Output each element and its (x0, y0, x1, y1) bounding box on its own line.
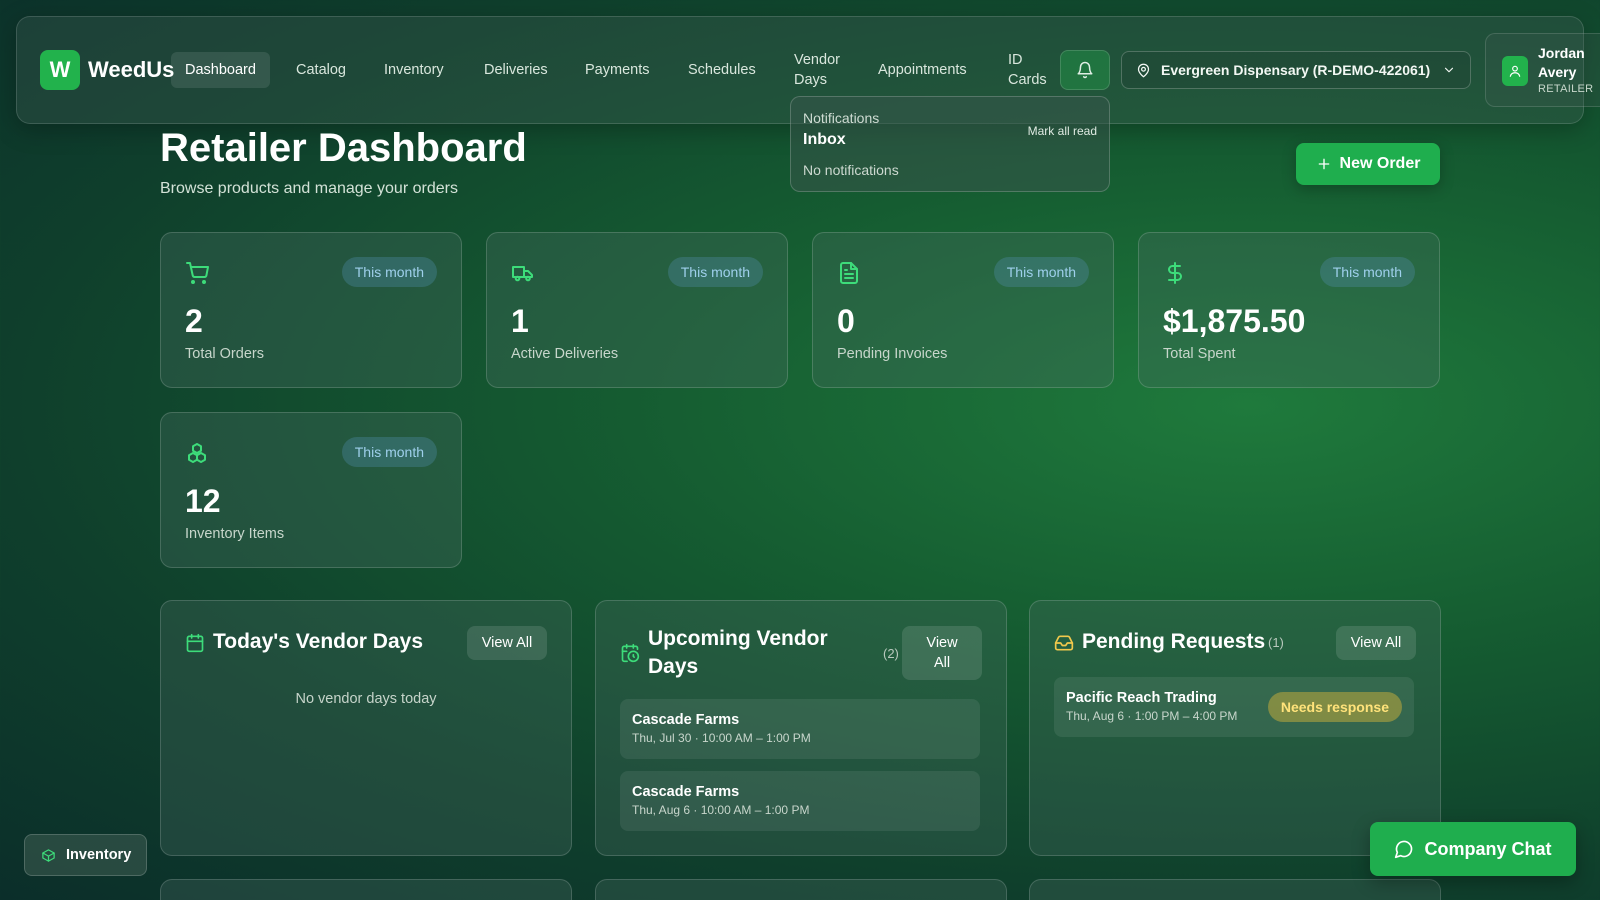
notifications-button[interactable] (1060, 50, 1110, 90)
vendor-name: Cascade Farms (632, 784, 740, 800)
period-badge: This month (667, 257, 763, 287)
nav-dashboard[interactable]: Dashboard (171, 52, 270, 88)
vendor-time: Thu, Jul 30 · 10:00 AM – 1:00 PM (632, 731, 811, 745)
stat-value: 1 (511, 303, 529, 339)
box-icon (41, 848, 56, 863)
panel-title: Upcoming Vendor Days (648, 627, 828, 678)
nav-inventory[interactable]: Inventory (384, 60, 444, 80)
brand-logo-letter: W (49, 57, 71, 82)
dollar-icon (1163, 261, 1187, 285)
period-badge: This month (341, 257, 437, 287)
user-menu[interactable]: Jordan Avery RETAILER (1485, 33, 1600, 107)
panel-partial-3 (1029, 879, 1441, 900)
view-all-button[interactable]: View All (902, 626, 982, 680)
panel-partial-1 (160, 879, 572, 900)
boxes-icon (185, 441, 209, 465)
period-badge: This month (341, 437, 437, 467)
notifications-dropdown: Notifications Inbox Mark all read No not… (790, 96, 1110, 192)
company-chat-label: Company Chat (1424, 838, 1552, 859)
panel-pending-requests: Pending Requests (1) View All Pacific Re… (1029, 600, 1441, 856)
vendor-time: Thu, Aug 6 · 1:00 PM – 4:00 PM (1066, 709, 1238, 723)
inventory-quick-button[interactable]: Inventory (24, 834, 147, 876)
panel-partial-2 (595, 879, 1007, 900)
vendor-name: Cascade Farms (632, 712, 740, 728)
cart-icon (185, 261, 209, 285)
vendor-name: Pacific Reach Trading (1066, 690, 1217, 706)
notifications-empty: No notifications (803, 162, 899, 178)
inventory-quick-label: Inventory (66, 847, 132, 863)
panel-upcoming-vendor-days: Upcoming Vendor Days (2) View All Cascad… (595, 600, 1007, 856)
chat-bubble-icon (1394, 839, 1414, 859)
stat-label: Total Orders (185, 346, 264, 362)
mark-all-read-button[interactable]: Mark all read (1028, 124, 1097, 138)
new-order-label: New Order (1339, 155, 1421, 172)
notifications-inbox-title: Inbox (803, 131, 846, 148)
new-order-button[interactable]: New Order (1296, 143, 1440, 185)
user-icon (1508, 64, 1522, 78)
nav-schedules[interactable]: Schedules (688, 60, 756, 80)
stat-label: Inventory Items (185, 526, 285, 542)
brand-name[interactable]: WeedUs (88, 57, 174, 83)
stat-label: Pending Invoices (837, 346, 948, 362)
stat-value: $1,875.50 (1163, 303, 1306, 339)
user-role: RETAILER (1538, 83, 1594, 95)
nav-id-cards[interactable]: ID Cards (1008, 50, 1052, 90)
vendor-time: Thu, Aug 6 · 10:00 AM – 1:00 PM (632, 803, 810, 817)
notifications-heading: Notifications (803, 110, 880, 126)
nav-appointments[interactable]: Appointments (878, 60, 967, 80)
page-title: Retailer Dashboard (160, 126, 527, 170)
page-subtitle: Browse products and manage your orders (160, 180, 458, 197)
stat-value: 2 (185, 303, 203, 339)
list-item[interactable]: Cascade Farms Thu, Aug 6 · 10:00 AM – 1:… (620, 771, 980, 831)
panel-todays-vendor-days: Today's Vendor Days View All No vendor d… (160, 600, 572, 856)
stat-label: Active Deliveries (511, 346, 619, 362)
store-selector-label: Evergreen Dispensary (R-DEMO-422061) (1161, 62, 1431, 78)
empty-state: No vendor days today (295, 691, 437, 707)
user-name: Jordan Avery (1538, 45, 1585, 80)
panel-title: Today's Vendor Days (213, 630, 424, 653)
status-badge: Needs response (1267, 692, 1402, 722)
avatar (1502, 56, 1528, 86)
nav-catalog[interactable]: Catalog (296, 60, 346, 80)
stat-card-inventory-items[interactable]: This month 12 Inventory Items (160, 412, 462, 568)
store-selector[interactable]: Evergreen Dispensary (R-DEMO-422061) (1121, 51, 1471, 89)
list-item[interactable]: Pacific Reach Trading Thu, Aug 6 · 1:00 … (1054, 677, 1414, 737)
bell-icon (1076, 61, 1094, 79)
calendar-icon (185, 633, 205, 653)
map-pin-icon (1136, 63, 1151, 78)
company-chat-button[interactable]: Company Chat (1370, 822, 1576, 876)
view-all-button[interactable]: View All (1336, 626, 1416, 660)
chevron-down-icon (1442, 63, 1456, 77)
period-badge: This month (993, 257, 1089, 287)
calendar-clock-icon (620, 643, 640, 663)
stat-card-total-orders[interactable]: This month 2 Total Orders (160, 232, 462, 388)
panel-count: (1) (1268, 635, 1284, 650)
period-badge: This month (1319, 257, 1415, 287)
plus-icon (1316, 156, 1332, 172)
stat-label: Total Spent (1163, 346, 1236, 362)
nav-payments[interactable]: Payments (585, 60, 649, 80)
panel-count: (2) (883, 646, 899, 661)
stat-card-pending-invoices[interactable]: This month 0 Pending Invoices (812, 232, 1114, 388)
brand-logo[interactable]: W (40, 50, 80, 90)
nav-deliveries[interactable]: Deliveries (484, 60, 548, 80)
truck-icon (511, 261, 535, 285)
panel-title: Pending Requests (1082, 630, 1266, 653)
stat-card-active-deliveries[interactable]: This month 1 Active Deliveries (486, 232, 788, 388)
stat-card-total-spent[interactable]: This month $1,875.50 Total Spent (1138, 232, 1440, 388)
document-icon (837, 261, 861, 285)
stat-value: 0 (837, 303, 855, 339)
stat-value: 12 (185, 483, 221, 519)
list-item[interactable]: Cascade Farms Thu, Jul 30 · 10:00 AM – 1… (620, 699, 980, 759)
nav-vendor-days[interactable]: Vendor Days (794, 50, 854, 90)
inbox-icon (1054, 633, 1074, 653)
view-all-button[interactable]: View All (467, 626, 547, 660)
